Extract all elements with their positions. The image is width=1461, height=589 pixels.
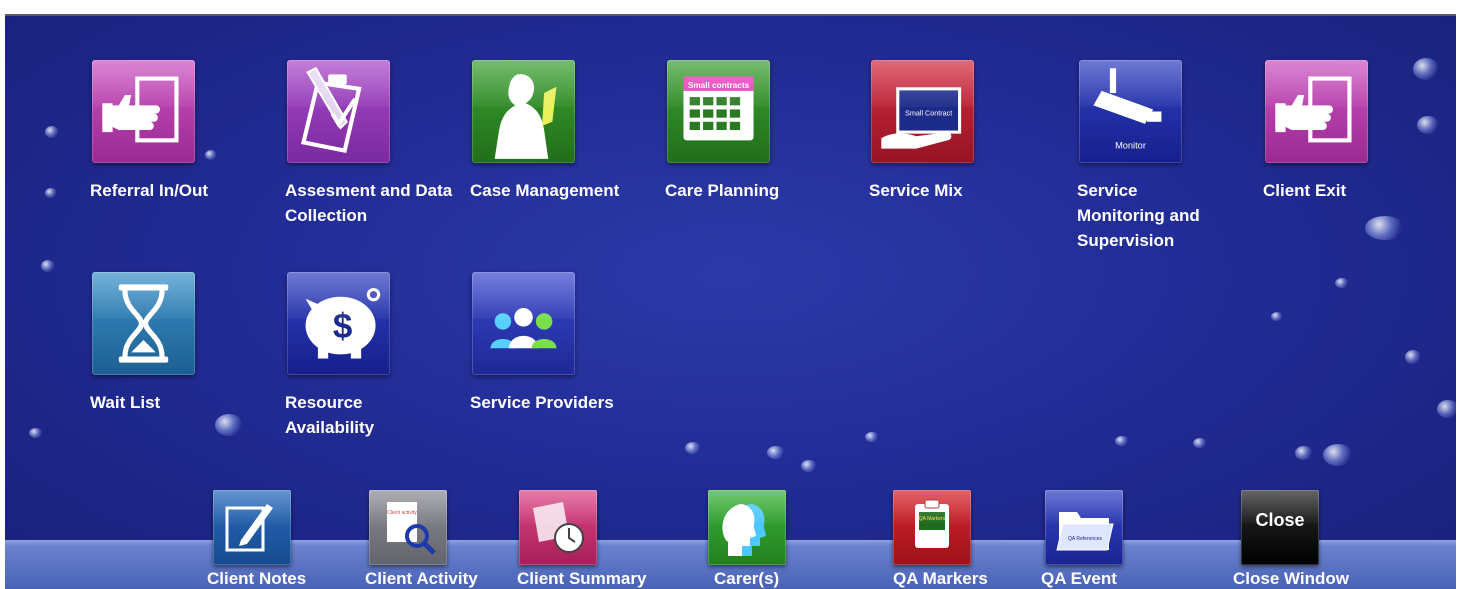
document-magnifier-icon[interactable]: Client activity [369, 490, 447, 565]
module-label: Assesment and Data Collection [285, 181, 453, 225]
bubble-decoration [1295, 446, 1313, 460]
toolbar-label: Client Notes [207, 569, 307, 588]
bubble-decoration [41, 260, 55, 272]
bubble-decoration [685, 442, 701, 454]
svg-text:$: $ [333, 307, 352, 346]
person-silhouette-icon[interactable] [472, 60, 575, 163]
window: Referral In/Out Assesment and Data Colle… [0, 0, 1461, 589]
module-label: Resource Availability [285, 393, 375, 437]
clock-document-icon[interactable] [519, 490, 597, 565]
folder-icon[interactable]: QA References [1045, 490, 1123, 565]
security-camera-icon[interactable]: Monitor [1079, 60, 1182, 163]
close-icon-label: Close [1255, 510, 1305, 530]
hand-holding-card-icon: Small Contract [881, 87, 962, 149]
bubble-decoration [1271, 312, 1283, 321]
module-label: Case Management [470, 181, 620, 200]
security-camera-icon: Monitor [1093, 68, 1162, 151]
calendar-icon: Small contracts [683, 76, 754, 141]
module-label: Service Providers [470, 393, 614, 412]
module-label: Wait List [90, 393, 161, 412]
toolbar-label: Client Activity [365, 569, 478, 588]
clipboard-caption: QA Markers [919, 516, 946, 522]
toolbar-label: Carer(s) [714, 569, 780, 588]
main-menu-panel: Referral In/Out Assesment and Data Colle… [5, 14, 1456, 589]
folder-icon: QA References [1056, 512, 1114, 551]
hand-holding-card-icon[interactable]: Small Contract [871, 60, 974, 163]
calendar-icon[interactable]: Small contracts [667, 60, 770, 163]
bubble-decoration [1437, 400, 1456, 418]
piggy-bank-icon: $ [305, 287, 381, 359]
bubble-decoration [1365, 216, 1405, 240]
clipboard-pen-icon [300, 66, 362, 154]
camera-caption: Monitor [1115, 141, 1146, 151]
bubble-decoration [205, 150, 217, 160]
hourglass-icon [118, 284, 169, 363]
people-group-icon [490, 308, 557, 349]
module-label: Care Planning [665, 181, 780, 200]
bubble-decoration [865, 432, 879, 442]
toolbar-label: Close Window [1233, 569, 1350, 588]
clipboard-check-icon: QA Markers [915, 499, 949, 548]
card-caption: Small Contract [905, 109, 952, 118]
document-magnifier-icon: Client activity [387, 502, 436, 555]
notepad-pencil-icon [225, 504, 273, 552]
hand-pointing-document-icon[interactable] [1265, 60, 1368, 163]
head-profiles-icon[interactable] [708, 490, 786, 565]
bubble-decoration [801, 460, 817, 472]
module-label: Service Monitoring and Supervision [1077, 181, 1200, 250]
bubble-decoration [215, 414, 243, 436]
people-group-icon[interactable] [472, 272, 575, 375]
document-caption: Client activity [387, 510, 417, 516]
close-icon[interactable]: Close [1241, 490, 1319, 565]
bubble-decoration [1405, 350, 1421, 364]
hand-pointing-document-icon [102, 76, 179, 143]
bubble-decoration [767, 446, 785, 459]
hourglass-icon[interactable] [92, 272, 195, 375]
calendar-caption: Small contracts [688, 81, 750, 90]
toolbar-label: Client Summary [517, 569, 647, 588]
bubble-decoration [1193, 438, 1207, 448]
folder-caption: QA References [1068, 536, 1102, 542]
toolbar-label: QA Markers [893, 569, 988, 588]
bubble-decoration [1417, 116, 1439, 134]
bubble-decoration [1413, 58, 1439, 80]
bubble-decoration [29, 428, 43, 438]
bubble-decoration [45, 126, 59, 138]
bubble-decoration [1323, 444, 1353, 466]
hand-pointing-document-icon[interactable] [92, 60, 195, 163]
toolbar-label: QA Event [1041, 569, 1117, 588]
clock-document-icon [533, 502, 584, 553]
hand-pointing-document-icon [1275, 76, 1352, 143]
head-profiles-icon [722, 504, 766, 556]
person-silhouette-icon [494, 74, 557, 159]
clipboard-pen-icon[interactable] [287, 60, 390, 163]
piggy-bank-icon[interactable]: $ [287, 272, 390, 375]
module-label: Client Exit [1263, 181, 1347, 200]
module-label: Service Mix [869, 181, 963, 200]
clipboard-check-icon[interactable]: QA Markers [893, 490, 971, 565]
bubble-decoration [1335, 278, 1349, 288]
notepad-pencil-icon[interactable] [213, 490, 291, 565]
module-label: Referral In/Out [90, 181, 209, 200]
bubble-decoration [45, 188, 57, 198]
bubble-decoration [1115, 436, 1129, 446]
